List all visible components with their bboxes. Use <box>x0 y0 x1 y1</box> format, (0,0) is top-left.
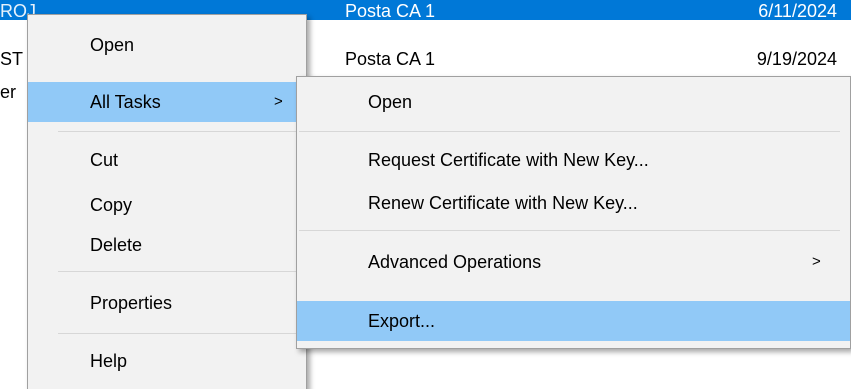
menu-item-label: All Tasks <box>90 92 161 112</box>
menu-item-properties[interactable]: Properties <box>28 283 306 323</box>
menu-item-label: Renew Certificate with New Key... <box>368 193 638 213</box>
menu-item-help[interactable]: Help <box>28 341 306 381</box>
expiration-date-cell: 6/11/2024 <box>758 1 837 21</box>
certificate-console-window: ROJ… … … … … … … ….. Posta CA 1 6/11/202… <box>0 0 851 389</box>
menu-item-all-tasks[interactable]: All Tasks > <box>28 82 306 122</box>
menu-item-delete[interactable]: Delete <box>28 225 306 265</box>
submenu-item-open[interactable]: Open <box>297 82 850 122</box>
chevron-right-icon: > <box>812 253 821 270</box>
menu-item-open[interactable]: Open <box>28 25 306 65</box>
menu-item-copy[interactable]: Copy <box>28 185 306 225</box>
all-tasks-submenu: Open Request Certificate with New Key...… <box>296 76 851 349</box>
menu-item-label: Cut <box>90 150 119 170</box>
menu-item-label: Help <box>90 351 128 371</box>
submenu-item-renew-certificate-new-key[interactable]: Renew Certificate with New Key... <box>297 183 850 223</box>
menu-item-label: Copy <box>90 195 133 215</box>
menu-item-cut[interactable]: Cut <box>28 140 306 180</box>
expiration-date-cell: 9/19/2024 <box>756 49 837 69</box>
menu-item-label: Properties <box>90 293 173 313</box>
issued-by-cell: Posta CA 1 <box>345 1 436 21</box>
menu-separator <box>58 131 304 132</box>
menu-separator <box>58 333 304 334</box>
submenu-item-advanced-operations[interactable]: Advanced Operations > <box>297 242 850 282</box>
menu-item-label: Request Certificate with New Key... <box>368 150 649 170</box>
menu-item-label: Advanced Operations <box>368 252 542 272</box>
menu-item-label: Open <box>368 92 413 112</box>
context-menu: Open All Tasks > Cut Copy Delete Propert… <box>27 14 307 389</box>
menu-separator <box>58 271 304 272</box>
menu-separator <box>299 131 840 132</box>
submenu-item-request-certificate-new-key[interactable]: Request Certificate with New Key... <box>297 140 850 180</box>
issued-by-cell: Posta CA 1 <box>345 49 436 69</box>
menu-item-label: Open <box>90 35 135 55</box>
menu-item-label: Export... <box>368 311 436 331</box>
submenu-item-export[interactable]: Export... <box>297 301 850 341</box>
chevron-right-icon: > <box>274 93 283 110</box>
menu-separator <box>299 230 840 231</box>
menu-item-label: Delete <box>90 235 143 255</box>
